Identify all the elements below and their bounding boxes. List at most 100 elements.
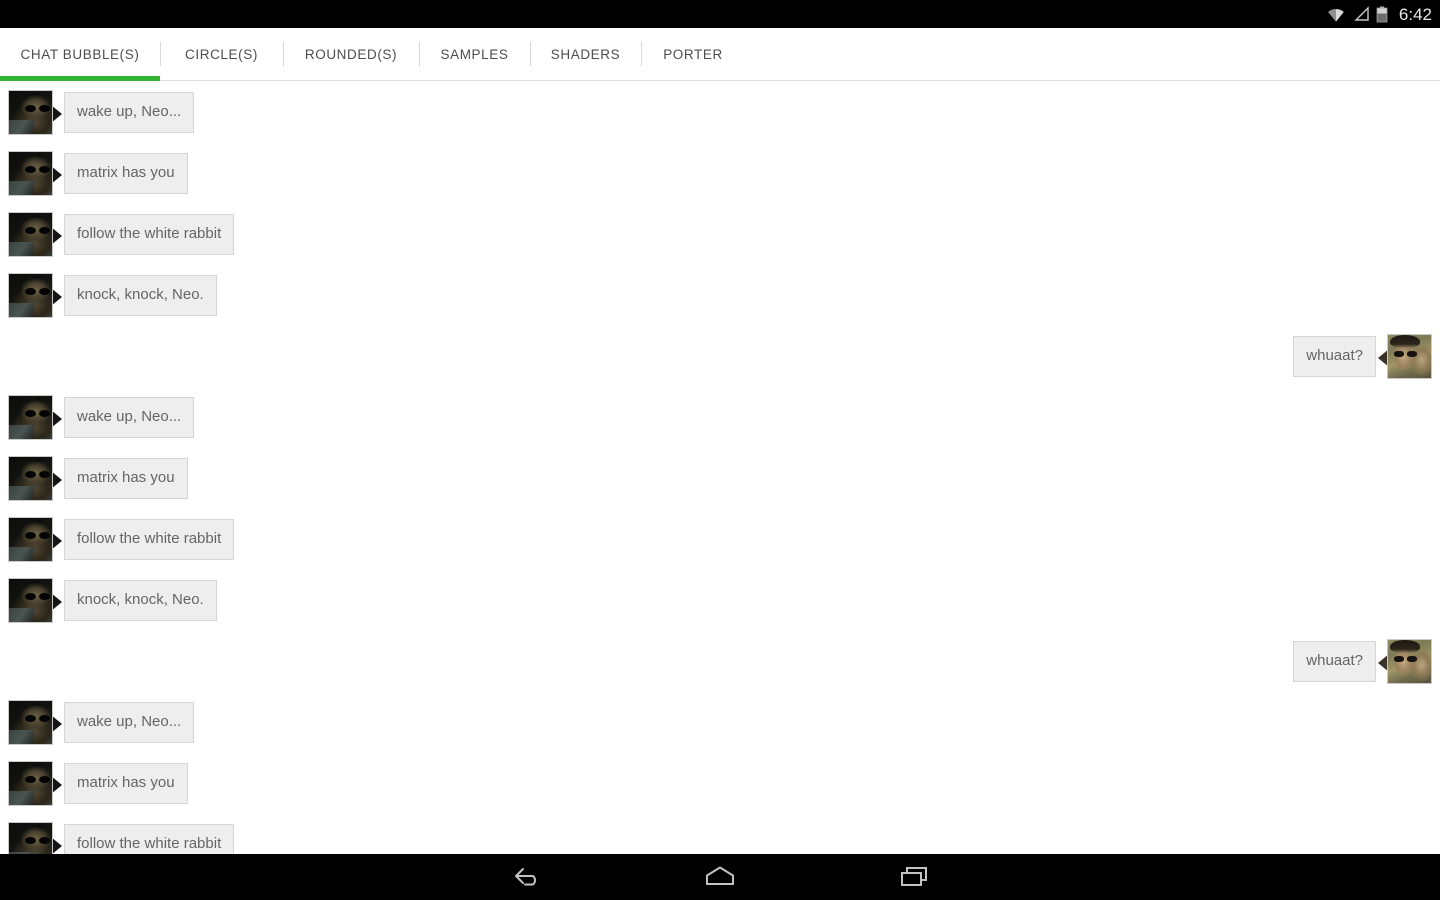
chat-bubble[interactable]: wake up, Neo...: [64, 397, 195, 438]
sunglasses-icon: [25, 288, 51, 295]
sunglasses-bridge: [36, 93, 41, 95]
avatar-collar: [9, 425, 35, 439]
back-icon: [506, 863, 546, 892]
tab-shaders[interactable]: SHADERS: [530, 28, 641, 80]
active-tab-indicator: [0, 76, 160, 81]
tab-label: CIRCLE(S): [185, 46, 258, 62]
sunglasses-icon: [25, 776, 51, 783]
sunglasses-bridge: [36, 459, 41, 461]
sunglasses-icon: [25, 715, 51, 722]
app-window: 6:42 CHAT BUBBLE(S) CIRCLE(S) ROUNDED(S) SA…: [0, 0, 1440, 900]
avatar-collar: [9, 730, 35, 744]
recents-icon: [894, 863, 934, 892]
chat-bubble[interactable]: follow the white rabbit: [64, 519, 235, 560]
chat-message-row: whuaat?: [0, 631, 1440, 692]
tab-circle-s[interactable]: CIRCLE(S): [160, 28, 283, 80]
sunglasses-bridge: [36, 215, 41, 217]
chat-bubble[interactable]: wake up, Neo...: [64, 702, 195, 743]
chat-message-row: wake up, Neo...: [0, 82, 1440, 143]
sunglasses-icon: [25, 105, 51, 112]
chat-bubble[interactable]: whuaat?: [1293, 641, 1376, 682]
chat-bubble[interactable]: matrix has you: [64, 458, 188, 499]
sunglasses-icon: [25, 471, 51, 478]
sunglasses-bridge: [36, 276, 41, 278]
sunglasses-icon: [1394, 351, 1418, 357]
chat-bubble[interactable]: matrix has you: [64, 153, 188, 194]
chat-message-row: wake up, Neo...: [0, 692, 1440, 753]
morpheus-avatar[interactable]: [8, 578, 53, 623]
tab-porter[interactable]: PORTER: [641, 28, 745, 80]
sunglasses-icon: [25, 410, 51, 417]
chat-message-row: matrix has you: [0, 448, 1440, 509]
morpheus-avatar[interactable]: [8, 395, 53, 440]
sunglasses-bridge: [36, 520, 41, 522]
morpheus-avatar[interactable]: [8, 700, 53, 745]
avatar-collar: [9, 181, 35, 195]
chat-bubble[interactable]: wake up, Neo...: [64, 92, 195, 133]
sunglasses-icon: [25, 593, 51, 600]
avatar-collar: [9, 791, 35, 805]
tab-label: SAMPLES: [440, 46, 509, 62]
avatar-hair: [1390, 335, 1420, 348]
morpheus-avatar[interactable]: [8, 151, 53, 196]
recents-button[interactable]: [886, 860, 942, 894]
neo-avatar[interactable]: [1387, 334, 1432, 379]
chat-message-row: follow the white rabbit: [0, 204, 1440, 265]
chat-message-row: whuaat?: [0, 326, 1440, 387]
morpheus-avatar[interactable]: [8, 517, 53, 562]
sunglasses-icon: [25, 227, 51, 234]
morpheus-avatar[interactable]: [8, 456, 53, 501]
tab-chat-bubble-s[interactable]: CHAT BUBBLE(S): [0, 28, 160, 80]
morpheus-avatar[interactable]: [8, 761, 53, 806]
sunglasses-icon: [25, 837, 51, 844]
sunglasses-bridge: [36, 581, 41, 583]
tab-label: CHAT BUBBLE(S): [20, 46, 140, 62]
morpheus-avatar[interactable]: [8, 212, 53, 257]
morpheus-avatar[interactable]: [8, 273, 53, 318]
sunglasses-bridge: [36, 764, 41, 766]
tab-rounded-s[interactable]: ROUNDED(S): [283, 28, 419, 80]
morpheus-avatar[interactable]: [8, 822, 53, 854]
chat-message-row: knock, knock, Neo.: [0, 570, 1440, 631]
chat-message-row: wake up, Neo...: [0, 387, 1440, 448]
sunglasses-bridge: [36, 398, 41, 400]
morpheus-avatar[interactable]: [8, 90, 53, 135]
chat-message-row: follow the white rabbit: [0, 509, 1440, 570]
chat-bubble[interactable]: knock, knock, Neo.: [64, 580, 217, 621]
tab-bar: CHAT BUBBLE(S) CIRCLE(S) ROUNDED(S) SAMPLES…: [0, 28, 1440, 81]
avatar-collar: [9, 547, 35, 561]
status-bar: 6:42: [0, 0, 1440, 28]
avatar-collar: [9, 608, 35, 622]
status-icon-group: 6:42: [1325, 6, 1432, 23]
sunglasses-bridge: [36, 703, 41, 705]
avatar-hair: [1390, 640, 1420, 653]
home-icon: [699, 863, 741, 892]
chat-message-row: follow the white rabbit: [0, 814, 1440, 854]
tab-label: PORTER: [663, 46, 723, 62]
avatar-collar: [9, 120, 35, 134]
avatar-collar: [9, 486, 35, 500]
back-button[interactable]: [498, 860, 554, 894]
neo-avatar[interactable]: [1387, 639, 1432, 684]
chat-message-row: knock, knock, Neo.: [0, 265, 1440, 326]
chat-bubble[interactable]: knock, knock, Neo.: [64, 275, 217, 316]
wifi-icon: [1325, 6, 1347, 23]
avatar-collar: [9, 303, 35, 317]
sunglasses-bridge: [36, 154, 41, 156]
sunglasses-icon: [25, 532, 51, 539]
tab-samples[interactable]: SAMPLES: [419, 28, 530, 80]
chat-scroll-area[interactable]: wake up, Neo... matrix has you follow the …: [0, 82, 1440, 854]
battery-icon: [1376, 6, 1388, 23]
home-button[interactable]: [692, 860, 748, 894]
sunglasses-icon: [25, 166, 51, 173]
chat-bubble[interactable]: follow the white rabbit: [64, 824, 235, 854]
tab-label: ROUNDED(S): [304, 46, 398, 62]
chat-message-row: matrix has you: [0, 753, 1440, 814]
chat-message-row: matrix has you: [0, 143, 1440, 204]
sunglasses-icon: [1394, 656, 1418, 662]
status-clock: 6:42: [1398, 4, 1432, 24]
chat-bubble[interactable]: whuaat?: [1293, 336, 1376, 377]
chat-bubble[interactable]: matrix has you: [64, 763, 188, 804]
chat-bubble[interactable]: follow the white rabbit: [64, 214, 235, 255]
avatar-collar: [9, 242, 35, 256]
